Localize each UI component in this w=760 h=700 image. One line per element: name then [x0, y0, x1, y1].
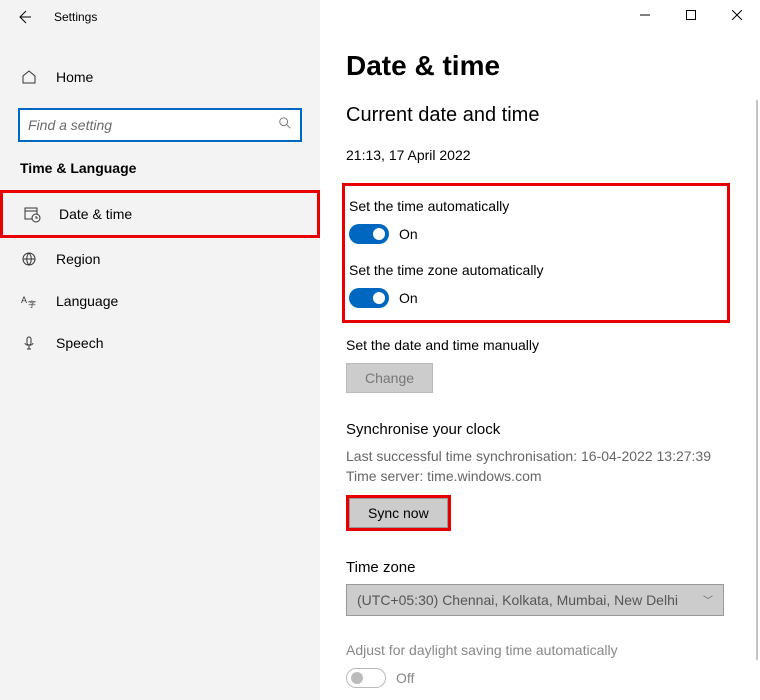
- window-title: Settings: [54, 10, 97, 24]
- section-current-datetime-heading: Current date and time: [346, 104, 730, 127]
- dst-label: Adjust for daylight saving time automati…: [346, 642, 730, 658]
- current-datetime-value: 21:13, 17 April 2022: [346, 147, 730, 163]
- titlebar: Settings: [0, 0, 320, 34]
- change-button: Change: [346, 363, 433, 393]
- sync-now-button[interactable]: Sync now: [349, 498, 448, 528]
- arrow-left-icon: [16, 9, 32, 25]
- window-controls: [622, 0, 760, 30]
- auto-timezone-toggle[interactable]: [349, 288, 389, 308]
- scrollbar[interactable]: [756, 100, 758, 660]
- sidebar-item-language[interactable]: A字 Language: [0, 280, 320, 322]
- timezone-select: (UTC+05:30) Chennai, Kolkata, Mumbai, Ne…: [346, 584, 724, 616]
- setting-auto-time: Set the time automatically On: [349, 198, 713, 244]
- chevron-down-icon: ﹀: [703, 592, 713, 607]
- timezone-section: Time zone (UTC+05:30) Chennai, Kolkata, …: [346, 559, 730, 616]
- sidebar-category: Time & Language: [20, 160, 300, 176]
- setting-label: Set the time zone automatically: [349, 262, 713, 278]
- setting-auto-timezone: Set the time zone automatically On: [349, 262, 713, 308]
- sidebar-item-region[interactable]: Region: [0, 238, 320, 280]
- search-icon: [278, 116, 292, 135]
- toggle-state-text: Off: [396, 670, 414, 686]
- auto-time-toggle[interactable]: [349, 224, 389, 244]
- minimize-button[interactable]: [622, 0, 668, 30]
- last-sync-text: Last successful time synchronisation: 16…: [346, 446, 730, 466]
- highlighted-sync-button: Sync now: [346, 495, 451, 531]
- sidebar-item-label: Date & time: [59, 206, 132, 222]
- maximize-icon: [686, 10, 696, 20]
- language-icon: A字: [20, 292, 38, 310]
- sidebar: Settings Home Time & Language Date & tim…: [0, 0, 320, 700]
- main-content: Date & time Current date and time 21:13,…: [320, 0, 760, 700]
- toggle-state-text: On: [399, 226, 418, 242]
- sidebar-item-label: Speech: [56, 335, 103, 351]
- time-server-text: Time server: time.windows.com: [346, 466, 730, 486]
- svg-text:A: A: [21, 295, 27, 305]
- sidebar-home[interactable]: Home: [0, 56, 320, 98]
- close-icon: [732, 10, 742, 20]
- microphone-icon: [20, 334, 38, 352]
- sidebar-item-label: Region: [56, 251, 100, 267]
- sidebar-item-label: Language: [56, 293, 118, 309]
- back-button[interactable]: [12, 5, 36, 29]
- timezone-value: (UTC+05:30) Chennai, Kolkata, Mumbai, Ne…: [357, 592, 678, 608]
- setting-label: Set the time automatically: [349, 198, 713, 214]
- dst-section: Adjust for daylight saving time automati…: [346, 642, 730, 688]
- sidebar-home-label: Home: [56, 69, 93, 85]
- sync-info: Last successful time synchronisation: 16…: [346, 446, 730, 487]
- dst-toggle: [346, 668, 386, 688]
- sync-heading: Synchronise your clock: [346, 421, 730, 438]
- search-box[interactable]: [18, 108, 302, 142]
- sidebar-item-date-time[interactable]: Date & time: [0, 190, 320, 238]
- sync-section: Synchronise your clock Last successful t…: [346, 421, 730, 531]
- search-input[interactable]: [28, 117, 278, 133]
- home-icon: [20, 68, 38, 86]
- highlighted-auto-settings: Set the time automatically On Set the ti…: [342, 183, 730, 323]
- manual-datetime-label: Set the date and time manually: [346, 337, 730, 353]
- minimize-icon: [640, 10, 650, 20]
- sidebar-item-speech[interactable]: Speech: [0, 322, 320, 364]
- maximize-button[interactable]: [668, 0, 714, 30]
- timezone-heading: Time zone: [346, 559, 730, 576]
- globe-icon: [20, 250, 38, 268]
- search-container: [18, 108, 302, 142]
- toggle-state-text: On: [399, 290, 418, 306]
- svg-text:字: 字: [28, 299, 36, 309]
- close-button[interactable]: [714, 0, 760, 30]
- calendar-clock-icon: [23, 205, 41, 223]
- page-title: Date & time: [346, 50, 730, 82]
